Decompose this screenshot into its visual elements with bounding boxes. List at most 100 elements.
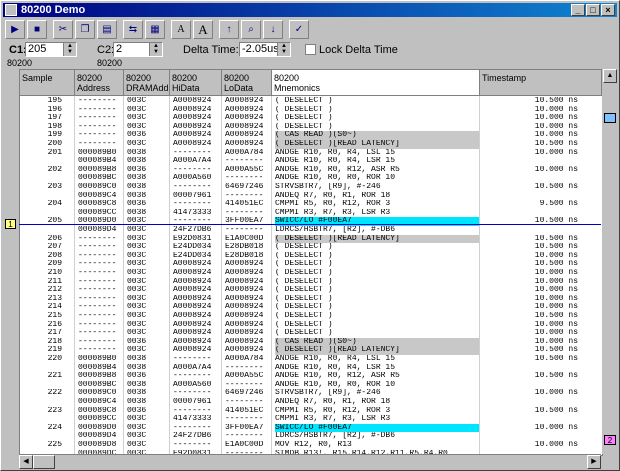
table-row[interactable]: 198 -------- 003C A0008924 A0008924 ( DESELEC… bbox=[20, 123, 602, 132]
table-row[interactable]: 212 -------- 003C A0008924 A0008924 ( DESELEC… bbox=[20, 286, 602, 295]
paste-icon[interactable]: ▤ bbox=[97, 20, 117, 39]
table-row[interactable]: 225 000089D8 003C -------- E1A0C00D MOV R12, … bbox=[20, 441, 602, 450]
hidata-cell: A0008924 bbox=[173, 303, 212, 312]
font-large-icon[interactable]: A bbox=[193, 20, 213, 39]
horizontal-scrollbar[interactable]: ◀ ▶ bbox=[19, 454, 601, 469]
table-row[interactable]: 204 000089C8 0036 -------- 414051EC CMPMI R5,… bbox=[20, 200, 602, 209]
delta-spin-icon[interactable]: ▲ ▼ bbox=[277, 43, 290, 56]
address-header[interactable]: 80200 Address bbox=[75, 70, 124, 96]
table-row[interactable]: 000089C4 0038 00007961 -------- ANDEQ R7, R0… bbox=[20, 398, 602, 407]
table-row[interactable]: 195 -------- 003C A0008924 A0008924 ( DESELEC… bbox=[20, 97, 602, 106]
dramaddr-header[interactable]: 80200 DRAMAddr bbox=[124, 70, 170, 96]
table-row[interactable]: 000089D4 003C 24F27DB6 -------- LDRCS/HSBTR7… bbox=[20, 432, 602, 441]
properties-icon[interactable]: ▦ bbox=[145, 20, 165, 39]
table-row[interactable]: 207 -------- 003C E24DD034 E28DB018 ( DESELEC… bbox=[20, 243, 602, 252]
dramaddr-cell: 003C bbox=[127, 277, 147, 286]
arrow-up-icon[interactable]: ↑ bbox=[219, 20, 239, 39]
table-row[interactable]: 217 -------- 003C A0008924 A0008924 ( DESELEC… bbox=[20, 329, 602, 338]
sample-header[interactable]: Sample bbox=[20, 70, 75, 96]
mnemonic-cell: ANDGE R10, R0, R0, ROR 10 bbox=[275, 380, 396, 389]
table-row[interactable]: 199 -------- 0036 A0008924 A0008924 ( CAS REA… bbox=[20, 131, 602, 140]
c2-input[interactable]: 2 ▲ ▼ bbox=[113, 42, 163, 57]
maximize-button[interactable]: □ bbox=[586, 4, 600, 16]
delta-time-input[interactable]: -2.05us ▲ ▼ bbox=[239, 42, 291, 57]
table-row[interactable]: 000089CC 003C 41473333 -------- CMPMI R3, R7… bbox=[20, 415, 602, 424]
c2-overview-marker[interactable]: 2 bbox=[604, 435, 616, 445]
table-row[interactable]: 216 -------- 003C A0008924 A0008924 ( DESELEC… bbox=[20, 321, 602, 330]
close-button[interactable]: × bbox=[601, 4, 615, 16]
timestamp-cell: 10.000 ns bbox=[534, 105, 578, 114]
mnemonic-cell: ANDGE R10, R0, R12, ASR R5 bbox=[275, 165, 400, 174]
lodata-cell: -------- bbox=[225, 174, 264, 183]
table-row[interactable]: 203 000089C0 0038 -------- 64697246 STRVSBTR7… bbox=[20, 183, 602, 192]
table-row[interactable]: 222 000089C0 0038 -------- 64697246 STRVSBTR7… bbox=[20, 389, 602, 398]
table-row[interactable]: 000089C4 0038 00007961 -------- ANDEQ R7, R0… bbox=[20, 192, 602, 201]
table-row[interactable]: 000089B4 0038 A000A7A4 -------- ANDGE R10, R… bbox=[20, 364, 602, 373]
format-icon[interactable]: ⇆ bbox=[123, 20, 143, 39]
c1-spin-icon[interactable]: ▲ ▼ bbox=[63, 43, 76, 56]
table-row[interactable]: 218 -------- 0036 A0008924 A0008924 ( CAS REA… bbox=[20, 337, 602, 347]
sample-cell bbox=[22, 432, 62, 441]
address-cell: 000089D0 bbox=[78, 423, 117, 432]
timestamp-header[interactable]: Timestamp bbox=[480, 70, 602, 96]
table-row[interactable]: 210 -------- 003C A0008924 A0008924 ( DESELEC… bbox=[20, 269, 602, 278]
table-row[interactable]: 213 -------- 003C A0008924 A0008924 ( DESELEC… bbox=[20, 295, 602, 304]
table-row[interactable]: 000089BC 0038 A000A560 -------- ANDGE R10, R… bbox=[20, 174, 602, 183]
table-row[interactable]: 224 000089D0 003C -------- 3FF00EA7 SWICC/LO … bbox=[20, 423, 602, 433]
table-row[interactable]: 202 000089B8 0036 -------- A000A55C ANDGE R10… bbox=[20, 166, 602, 175]
table-row[interactable]: 000089CC 0038 41473333 -------- CMPMI R3, R7… bbox=[20, 209, 602, 218]
table-row[interactable]: 206 -------- 003C E92D0831 E1A0C00D ( DESELEC… bbox=[20, 234, 602, 244]
table-row[interactable]: 211 -------- 003C A0008924 A0008924 ( DESELEC… bbox=[20, 278, 602, 287]
timestamp-cell: 10.000 ns bbox=[534, 337, 578, 346]
scroll-up-icon[interactable]: ▲ bbox=[603, 69, 617, 83]
scroll-left-icon[interactable]: ◀ bbox=[19, 455, 33, 469]
hidata-cell: A0008924 bbox=[173, 294, 212, 303]
table-row[interactable]: 000089D4 003C 24F27DB6 -------- LDRCS/HSBTR7… bbox=[20, 226, 602, 235]
table-row[interactable]: 196 -------- 003C A0008924 A0008924 ( DESELEC… bbox=[20, 106, 602, 115]
table-row[interactable]: 220 000089B0 0038 -------- A000A784 ANDGE R10… bbox=[20, 355, 602, 364]
timestamp-cell: 10.000 ns bbox=[534, 165, 578, 174]
app-icon[interactable] bbox=[5, 4, 17, 16]
mnemonics-header[interactable]: 80200 Mnemonics bbox=[272, 70, 480, 96]
c1-input[interactable]: 205 ▲ ▼ bbox=[25, 42, 77, 57]
font-small-icon[interactable]: A bbox=[171, 20, 191, 39]
scroll-right-icon[interactable]: ▶ bbox=[587, 455, 601, 469]
vertical-scrollbar[interactable]: ▲ 2 bbox=[602, 69, 618, 454]
table-row[interactable]: 219 -------- 003C A0008924 A0008924 ( DESELEC… bbox=[20, 346, 602, 355]
code-icon[interactable]: ✓ bbox=[289, 20, 309, 39]
table-row[interactable]: 215 -------- 003C A0008924 A0008924 ( DESELEC… bbox=[20, 312, 602, 321]
lock-delta-label: Lock Delta Time bbox=[319, 44, 398, 56]
arrow-down-icon[interactable]: ↓ bbox=[263, 20, 283, 39]
stop-icon[interactable]: ■ bbox=[27, 20, 47, 39]
lodata-header[interactable]: 80200 LoData bbox=[222, 70, 272, 96]
table-row[interactable]: 209 -------- 003C A0008924 A0008924 ( DESELEC… bbox=[20, 260, 602, 269]
c1-marker[interactable]: 1 bbox=[5, 219, 16, 229]
hidata-cell: -------- bbox=[173, 441, 212, 449]
scroll-thumb[interactable] bbox=[33, 455, 55, 469]
cut-icon[interactable]: ✂ bbox=[53, 20, 73, 39]
table-row[interactable]: 201 000089B0 0038 -------- A000A784 ANDGE R10… bbox=[20, 149, 602, 158]
c1-overview-marker[interactable] bbox=[604, 113, 616, 123]
table-row[interactable]: 000089B4 0038 A000A7A4 -------- ANDGE R10, R… bbox=[20, 157, 602, 166]
table-row[interactable]: 223 000089C8 0036 -------- 414051EC CMPMI R5,… bbox=[20, 407, 602, 416]
timestamp-cell bbox=[482, 209, 578, 218]
copy-icon[interactable]: ❐ bbox=[75, 20, 95, 39]
find-icon[interactable]: ⌕ bbox=[241, 20, 261, 39]
mnemonic-cell: ( DESELECT ) bbox=[275, 269, 333, 277]
table-row[interactable]: 197 -------- 003C A0008924 A0008924 ( DESELEC… bbox=[20, 114, 602, 123]
table-row[interactable]: 214 -------- 003C A0008924 A0008924 ( DESELEC… bbox=[20, 303, 602, 312]
table-row[interactable]: 221 000089B8 0036 -------- A000A55C ANDGE R10… bbox=[20, 372, 602, 381]
table-row[interactable]: 200 -------- 003C A0008924 A0008924 ( DESELEC… bbox=[20, 140, 602, 149]
hidata-header[interactable]: 80200 HiData bbox=[170, 70, 222, 96]
dramaddr-cell: 003C bbox=[127, 97, 147, 105]
table-row[interactable]: 000089BC 0038 A000A560 -------- ANDGE R10, R… bbox=[20, 381, 602, 390]
lock-delta-checkbox[interactable] bbox=[305, 44, 316, 55]
c2-spin-icon[interactable]: ▲ ▼ bbox=[149, 43, 162, 56]
lodata-cell: A0008924 bbox=[225, 277, 264, 286]
title-bar[interactable]: 80200 Demo _ □ × bbox=[3, 3, 617, 17]
table-row[interactable]: 208 -------- 003C E24DD034 E28DB018 ( DESELEC… bbox=[20, 252, 602, 261]
minimize-button[interactable]: _ bbox=[571, 4, 585, 16]
dramaddr-cell: 003C bbox=[127, 346, 147, 355]
timestamp-cell: 10.500 ns bbox=[534, 355, 578, 363]
run-icon[interactable]: ▶ bbox=[5, 20, 25, 39]
